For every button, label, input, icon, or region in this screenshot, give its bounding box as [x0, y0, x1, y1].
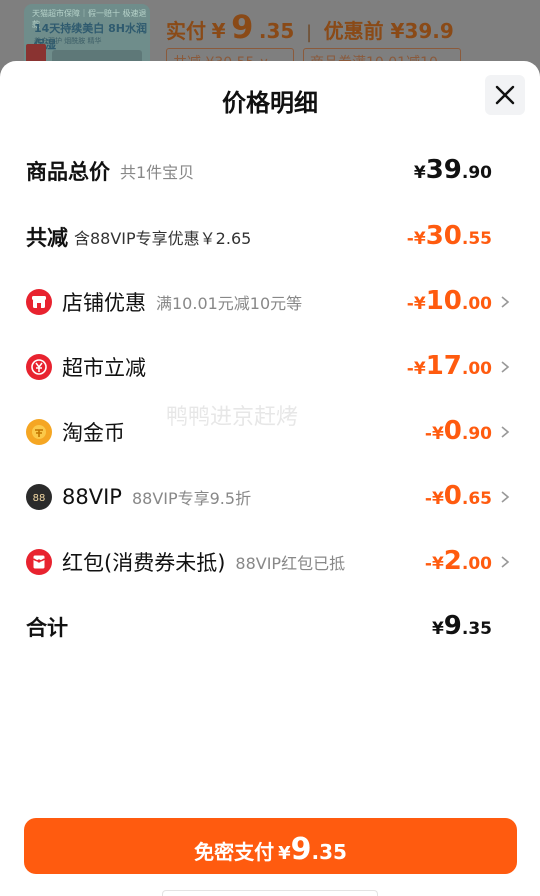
gold-coins-label: 淘金币 — [62, 421, 125, 445]
vip88-icon: 88 — [26, 484, 52, 510]
paid-dec: .35 — [258, 19, 295, 43]
sum-label: 合计 — [26, 616, 68, 640]
shop-discount-sub: 满10.01元减10元等 — [156, 294, 303, 313]
amount-int: 0 — [443, 416, 462, 446]
row-sum: 合计 ¥ 9 .35 — [0, 607, 540, 647]
total-price-label: 商品总价 — [26, 160, 110, 184]
amount-int: 2 — [443, 546, 462, 576]
reduction-sub: 含88VIP专享优惠￥2.65 — [74, 229, 252, 248]
row-total-reduction: 共减 含88VIP专享优惠￥2.65 -¥ 30 .55 — [0, 217, 540, 257]
row-red-packet[interactable]: 红包(消费券未抵) 88VIP红包已抵 -¥ 2 .00 — [0, 542, 540, 582]
pay-button-int: 9 — [290, 832, 312, 867]
gold-coin-icon — [26, 419, 52, 445]
vip-label: 88VIP — [62, 485, 122, 509]
amount-dec: .90 — [461, 424, 492, 444]
amount-dec: .00 — [461, 294, 492, 314]
gold-coins-amount: -¥ 0 .90 — [425, 412, 492, 452]
paid-yen: ¥ — [211, 19, 226, 43]
pay-button-label: 免密支付 — [194, 840, 275, 864]
svg-text:88: 88 — [33, 493, 46, 504]
yen-symbol: ¥ — [431, 619, 444, 639]
amount-dec: .65 — [461, 489, 492, 509]
amount-int: 0 — [443, 481, 462, 511]
red-packet-label: 红包(消费券未抵) — [62, 551, 226, 575]
close-icon — [495, 85, 515, 105]
pay-button-dec: .35 — [311, 840, 347, 864]
background-paid-price: 实付 ¥ 9 .35 | 优惠前 ¥39.9 — [166, 8, 454, 46]
market-discount-icon — [26, 354, 52, 380]
amount-dec: .35 — [461, 619, 492, 639]
amount-int: 30 — [425, 221, 462, 251]
price-detail-sheet: 价格明细 鸭鸭进京赶烤 商品总价 共1件宝贝 ¥ 39 .90 共减 含88VI… — [0, 61, 540, 896]
red-packet-icon — [26, 549, 52, 575]
amount-int: 10 — [425, 286, 462, 316]
yen-symbol: -¥ — [424, 424, 444, 444]
paid-int: 9 — [231, 8, 254, 46]
market-discount-label: 超市立减 — [62, 356, 146, 380]
amount-dec: .00 — [461, 554, 492, 574]
reduction-amount: -¥ 30 .55 — [407, 217, 492, 257]
price-separator: | — [305, 22, 313, 43]
yen-symbol: -¥ — [406, 229, 426, 249]
row-88vip[interactable]: 88 88VIP 88VIP专享9.5折 -¥ 0 .65 — [0, 477, 540, 517]
shop-discount-amount: -¥ 10 .00 — [407, 282, 492, 322]
row-gold-coins[interactable]: 淘金币 -¥ 0 .90 — [0, 412, 540, 452]
vip-sub: 88VIP专享9.5折 — [131, 489, 252, 508]
amount-int: 39 — [425, 155, 462, 185]
password-free-pay-button[interactable]: 免密支付 ¥ 9 .35 — [24, 818, 517, 874]
amount-dec: .00 — [461, 359, 492, 379]
row-market-discount[interactable]: 超市立减 -¥ 17 .00 — [0, 347, 540, 387]
amount-dec: .90 — [461, 163, 492, 183]
red-packet-sub: 88VIP红包已抵 — [235, 554, 346, 573]
vip-amount: -¥ 0 .65 — [425, 477, 492, 517]
yen-symbol: -¥ — [424, 489, 444, 509]
row-total-price: 商品总价 共1件宝贝 ¥ 39 .90 — [0, 151, 540, 191]
amount-int: 9 — [443, 611, 462, 641]
yen-symbol: -¥ — [424, 554, 444, 574]
pay-button-yen: ¥ — [278, 843, 291, 864]
total-price-amount: ¥ 39 .90 — [414, 151, 492, 191]
shop-icon — [26, 289, 52, 315]
row-shop-discount[interactable]: 店铺优惠 满10.01元减10元等 -¥ 10 .00 — [0, 282, 540, 322]
close-button[interactable] — [485, 75, 525, 115]
shop-discount-label: 店铺优惠 — [62, 291, 146, 315]
sheet-title: 价格明细 — [222, 89, 318, 117]
yen-symbol: -¥ — [406, 294, 426, 314]
chevron-right-icon — [501, 491, 510, 503]
sum-amount: ¥ 9 .35 — [432, 607, 492, 647]
chevron-right-icon — [501, 296, 510, 308]
amount-dec: .55 — [461, 229, 492, 249]
paid-label: 实付 — [166, 19, 206, 43]
chevron-right-icon — [501, 556, 510, 568]
market-discount-amount: -¥ 17 .00 — [407, 347, 492, 387]
chevron-right-icon — [501, 361, 510, 373]
chevron-right-icon — [501, 426, 510, 438]
yen-symbol: -¥ — [406, 359, 426, 379]
yen-symbol: ¥ — [413, 163, 426, 183]
total-price-sub: 共1件宝贝 — [120, 163, 195, 182]
home-indicator — [162, 890, 378, 896]
amount-int: 17 — [425, 351, 462, 381]
red-packet-amount: -¥ 2 .00 — [425, 542, 492, 582]
before-price: 优惠前 ¥39.9 — [323, 19, 454, 43]
screen: 天猫超市保障｜假一赔十 极速退款 14天持续美白 8H水润保湿 美白双护 烟酰胺… — [0, 0, 540, 896]
reduction-label: 共减 — [26, 226, 68, 250]
